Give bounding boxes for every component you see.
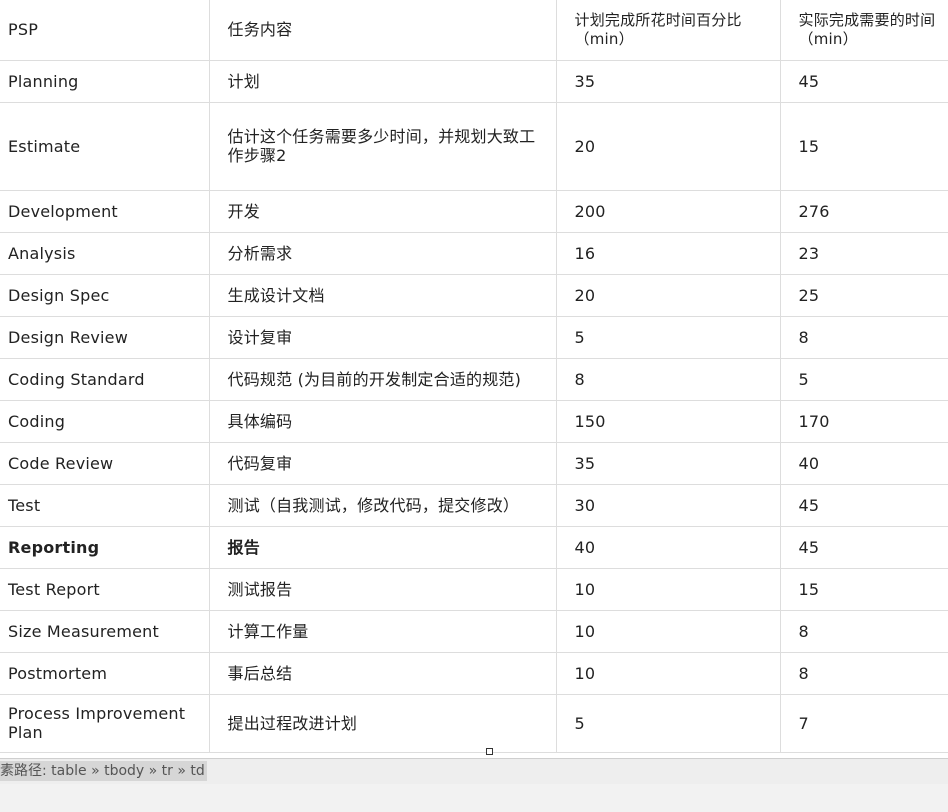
- cell-planned[interactable]: 30: [556, 484, 781, 527]
- cell-actual[interactable]: 23: [780, 232, 948, 275]
- cell-psp[interactable]: Design Review: [0, 316, 210, 359]
- table-row: Process Improvement Plan 提出过程改进计划 5 7: [0, 694, 948, 753]
- cell-planned[interactable]: 200: [556, 190, 781, 233]
- cell-psp[interactable]: Test Report: [0, 568, 210, 611]
- cell-task[interactable]: 开发: [209, 190, 557, 233]
- cell-actual[interactable]: 45: [780, 526, 948, 569]
- cell-psp[interactable]: Process Improvement Plan: [0, 694, 210, 753]
- cell-psp[interactable]: Postmortem: [0, 652, 210, 695]
- editor-area[interactable]: PSP 任务内容 计划完成所花时间百分比（min） 实际完成需要的时间（min）…: [0, 0, 948, 758]
- cell-planned[interactable]: 20: [556, 102, 781, 191]
- cell-task[interactable]: 代码复审: [209, 442, 557, 485]
- cell-actual[interactable]: 170: [780, 400, 948, 443]
- cell-task[interactable]: 估计这个任务需要多少时间，并规划大致工作步骤2: [209, 102, 557, 191]
- table-row: Coding Standard 代码规范 (为目前的开发制定合适的规范) 8 5: [0, 358, 948, 401]
- header-psp[interactable]: PSP: [0, 0, 210, 61]
- cell-task[interactable]: 计划: [209, 60, 557, 103]
- element-path-text: 素路径: table » tbody » tr » td: [0, 763, 205, 779]
- cell-task[interactable]: 计算工作量: [209, 610, 557, 653]
- cell-planned[interactable]: 5: [556, 316, 781, 359]
- cell-psp[interactable]: Planning: [0, 60, 210, 103]
- cell-actual[interactable]: 7: [780, 694, 948, 753]
- cell-psp[interactable]: Code Review: [0, 442, 210, 485]
- cell-task[interactable]: 报告: [209, 526, 557, 569]
- cell-task[interactable]: 事后总结: [209, 652, 557, 695]
- cell-planned[interactable]: 35: [556, 60, 781, 103]
- table-row: Code Review 代码复审 35 40: [0, 442, 948, 485]
- table-row: Test Report 测试报告 10 15: [0, 568, 948, 611]
- table-row: Estimate 估计这个任务需要多少时间，并规划大致工作步骤2 20 15: [0, 102, 948, 191]
- cell-actual[interactable]: 45: [780, 484, 948, 527]
- cell-actual[interactable]: 40: [780, 442, 948, 485]
- bottom-area: [0, 784, 948, 812]
- cell-psp[interactable]: Coding: [0, 400, 210, 443]
- cell-task[interactable]: 测试报告: [209, 568, 557, 611]
- cell-planned[interactable]: 20: [556, 274, 781, 317]
- cell-actual[interactable]: 5: [780, 358, 948, 401]
- psp-table: PSP 任务内容 计划完成所花时间百分比（min） 实际完成需要的时间（min）…: [0, 0, 948, 753]
- cell-psp[interactable]: Test: [0, 484, 210, 527]
- cell-actual[interactable]: 8: [780, 652, 948, 695]
- cell-actual[interactable]: 15: [780, 102, 948, 191]
- header-task[interactable]: 任务内容: [209, 0, 557, 61]
- table-row: Development 开发 200 276: [0, 190, 948, 233]
- table-row: Design Review 设计复审 5 8: [0, 316, 948, 359]
- table-resize-handle[interactable]: [486, 748, 493, 755]
- cell-psp[interactable]: Design Spec: [0, 274, 210, 317]
- cell-actual[interactable]: 45: [780, 60, 948, 103]
- cell-psp[interactable]: Reporting: [0, 526, 210, 569]
- cell-psp[interactable]: Size Measurement: [0, 610, 210, 653]
- table-row: Postmortem 事后总结 10 8: [0, 652, 948, 695]
- cell-actual[interactable]: 8: [780, 316, 948, 359]
- header-actual[interactable]: 实际完成需要的时间（min）: [780, 0, 948, 61]
- cell-task[interactable]: 生成设计文档: [209, 274, 557, 317]
- cell-planned[interactable]: 16: [556, 232, 781, 275]
- table-row: Coding 具体编码 150 170: [0, 400, 948, 443]
- cell-task[interactable]: 设计复审: [209, 316, 557, 359]
- cell-task[interactable]: 代码规范 (为目前的开发制定合适的规范): [209, 358, 557, 401]
- cell-planned[interactable]: 5: [556, 694, 781, 753]
- cell-planned[interactable]: 10: [556, 568, 781, 611]
- table-row: Design Spec 生成设计文档 20 25: [0, 274, 948, 317]
- cell-planned[interactable]: 10: [556, 652, 781, 695]
- cell-psp[interactable]: Development: [0, 190, 210, 233]
- element-path[interactable]: 素路径: table » tbody » tr » td: [0, 761, 207, 781]
- cell-task[interactable]: 具体编码: [209, 400, 557, 443]
- cell-planned[interactable]: 150: [556, 400, 781, 443]
- cell-psp[interactable]: Coding Standard: [0, 358, 210, 401]
- status-bar: 素路径: table » tbody » tr » td: [0, 758, 948, 784]
- table-header-row: PSP 任务内容 计划完成所花时间百分比（min） 实际完成需要的时间（min）: [0, 0, 948, 61]
- table-row: Planning 计划 35 45: [0, 60, 948, 103]
- cell-actual[interactable]: 276: [780, 190, 948, 233]
- cell-planned[interactable]: 35: [556, 442, 781, 485]
- cell-task[interactable]: 测试（自我测试，修改代码，提交修改）: [209, 484, 557, 527]
- table-row: Test 测试（自我测试，修改代码，提交修改） 30 45: [0, 484, 948, 527]
- cell-planned[interactable]: 8: [556, 358, 781, 401]
- cell-task[interactable]: 分析需求: [209, 232, 557, 275]
- cell-actual[interactable]: 8: [780, 610, 948, 653]
- table-row: Size Measurement 计算工作量 10 8: [0, 610, 948, 653]
- cell-psp[interactable]: Estimate: [0, 102, 210, 191]
- table-row: Analysis 分析需求 16 23: [0, 232, 948, 275]
- table-row: Reporting 报告 40 45: [0, 526, 948, 569]
- header-planned[interactable]: 计划完成所花时间百分比（min）: [556, 0, 781, 61]
- cell-actual[interactable]: 15: [780, 568, 948, 611]
- cell-actual[interactable]: 25: [780, 274, 948, 317]
- cell-planned[interactable]: 10: [556, 610, 781, 653]
- cell-task[interactable]: 提出过程改进计划: [209, 694, 557, 753]
- cell-psp[interactable]: Analysis: [0, 232, 210, 275]
- cell-planned[interactable]: 40: [556, 526, 781, 569]
